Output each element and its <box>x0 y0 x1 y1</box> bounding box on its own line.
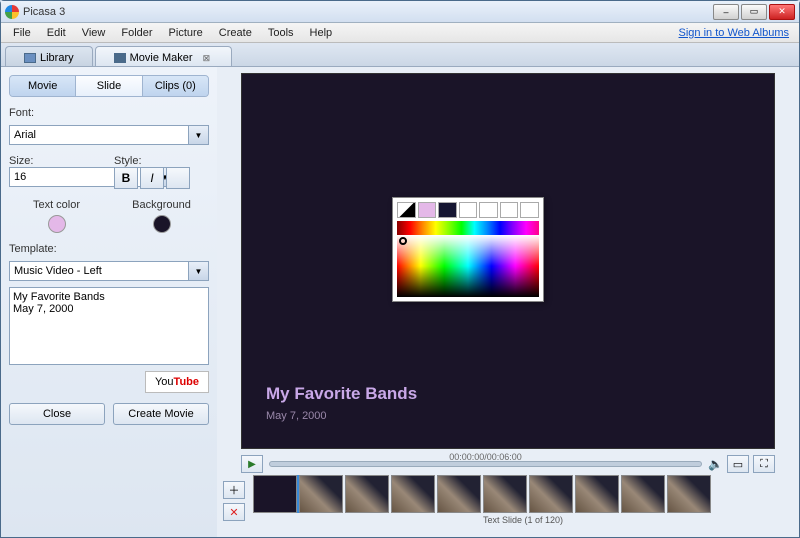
menu-help[interactable]: Help <box>302 25 341 41</box>
menu-view[interactable]: View <box>74 25 114 41</box>
template-label: Template: <box>9 243 209 255</box>
picker-cursor-icon <box>399 237 407 245</box>
timecode: 00:00:00/00:06:00 <box>449 452 522 462</box>
subtab-clips[interactable]: Clips (0) <box>143 76 208 96</box>
subtab-movie[interactable]: Movie <box>10 76 76 96</box>
menu-tools[interactable]: Tools <box>260 25 302 41</box>
thumbnail[interactable] <box>575 475 619 513</box>
recent-swatches <box>397 202 539 218</box>
tab-label: Movie Maker <box>130 52 193 64</box>
create-movie-button[interactable]: Create Movie <box>113 403 209 425</box>
thumbnail[interactable] <box>437 475 481 513</box>
tab-library[interactable]: Library <box>5 46 93 66</box>
sign-in-link[interactable]: Sign in to Web Albums <box>679 27 795 39</box>
document-tabs: Library Movie Maker ⊠ <box>1 43 799 67</box>
font-input[interactable] <box>9 125 189 145</box>
thumbnail[interactable] <box>667 475 711 513</box>
size-combo[interactable]: ▼ <box>9 167 63 187</box>
library-icon <box>24 53 36 63</box>
thumbnail[interactable] <box>299 475 343 513</box>
hue-strip[interactable] <box>397 221 539 235</box>
style-label: Style: <box>114 155 209 167</box>
app-logo-icon <box>5 5 19 19</box>
thumbnail-strip[interactable] <box>253 475 793 513</box>
close-window-button[interactable]: ✕ <box>769 4 795 20</box>
thumbnail[interactable] <box>391 475 435 513</box>
menu-picture[interactable]: Picture <box>161 25 211 41</box>
preview-date: May 7, 2000 <box>266 410 327 422</box>
titlebar: Picasa 3 – ▭ ✕ <box>1 1 799 23</box>
menu-file[interactable]: File <box>5 25 39 41</box>
swatch[interactable] <box>438 202 457 218</box>
thumbnail[interactable] <box>345 475 389 513</box>
template-combo[interactable]: ▼ <box>9 261 209 281</box>
tab-close-icon[interactable]: ⊠ <box>203 53 213 63</box>
thumbnail[interactable] <box>483 475 527 513</box>
panel-subtabs: Movie Slide Clips (0) <box>9 75 209 97</box>
subtab-slide[interactable]: Slide <box>76 76 142 96</box>
fullscreen-button[interactable]: ⛶ <box>753 455 775 473</box>
seek-slider[interactable]: 00:00:00/00:06:00 <box>269 461 702 467</box>
size-label: Size: <box>9 155 104 167</box>
bgcolor-label: Background <box>114 199 209 211</box>
bold-button[interactable]: B <box>114 167 138 189</box>
maximize-button[interactable]: ▭ <box>741 4 767 20</box>
window-title: Picasa 3 <box>23 6 713 18</box>
tab-movie-maker[interactable]: Movie Maker ⊠ <box>95 46 232 66</box>
main-area: My Favorite Bands May 7, 2000 ▶ 00:00:00… <box>217 67 799 537</box>
menu-edit[interactable]: Edit <box>39 25 74 41</box>
textcolor-label: Text color <box>9 199 104 211</box>
filmstrip: ＋ ✕ Text Slide (1 of 120) <box>217 475 799 537</box>
swatch[interactable] <box>500 202 519 218</box>
swatch[interactable] <box>479 202 498 218</box>
add-frame-button[interactable]: ＋ <box>223 481 245 499</box>
side-panel: Movie Slide Clips (0) Font: ▼ Size: ▼ St… <box>1 67 217 537</box>
preview-title: My Favorite Bands <box>266 384 417 404</box>
youtube-you: You <box>155 376 174 388</box>
thumbnail[interactable] <box>253 475 297 513</box>
color-picker-popup[interactable] <box>392 197 544 302</box>
background-color-swatch[interactable] <box>153 215 171 233</box>
style-extra-button[interactable] <box>166 167 190 189</box>
view-1-button[interactable]: ▭ <box>727 455 749 473</box>
swatch[interactable] <box>520 202 539 218</box>
template-input[interactable] <box>9 261 189 281</box>
youtube-tube: Tube <box>174 376 199 388</box>
play-button[interactable]: ▶ <box>241 455 263 473</box>
thumbnail[interactable] <box>529 475 573 513</box>
chevron-down-icon[interactable]: ▼ <box>189 261 209 281</box>
menu-folder[interactable]: Folder <box>113 25 160 41</box>
font-combo[interactable]: ▼ <box>9 125 209 145</box>
menu-bar: File Edit View Folder Picture Create Too… <box>1 23 799 43</box>
swatch[interactable] <box>418 202 437 218</box>
caption-textarea[interactable] <box>9 287 209 365</box>
chevron-down-icon[interactable]: ▼ <box>189 125 209 145</box>
color-spectrum[interactable] <box>397 235 539 297</box>
close-button[interactable]: Close <box>9 403 105 425</box>
playback-bar: ▶ 00:00:00/00:06:00 🔈 ▭ ⛶ <box>217 453 799 475</box>
thumbnail[interactable] <box>621 475 665 513</box>
text-color-swatch[interactable] <box>48 215 66 233</box>
italic-button[interactable]: I <box>140 167 164 189</box>
movie-icon <box>114 53 126 63</box>
swatch-auto[interactable] <box>397 202 416 218</box>
font-label: Font: <box>9 107 209 119</box>
youtube-button[interactable]: YouTube <box>145 371 209 393</box>
filmstrip-status: Text Slide (1 of 120) <box>253 515 793 525</box>
menu-create[interactable]: Create <box>211 25 260 41</box>
tab-label: Library <box>40 52 74 64</box>
swatch[interactable] <box>459 202 478 218</box>
minimize-button[interactable]: – <box>713 4 739 20</box>
volume-icon[interactable]: 🔈 <box>708 457 723 471</box>
delete-frame-button[interactable]: ✕ <box>223 503 245 521</box>
